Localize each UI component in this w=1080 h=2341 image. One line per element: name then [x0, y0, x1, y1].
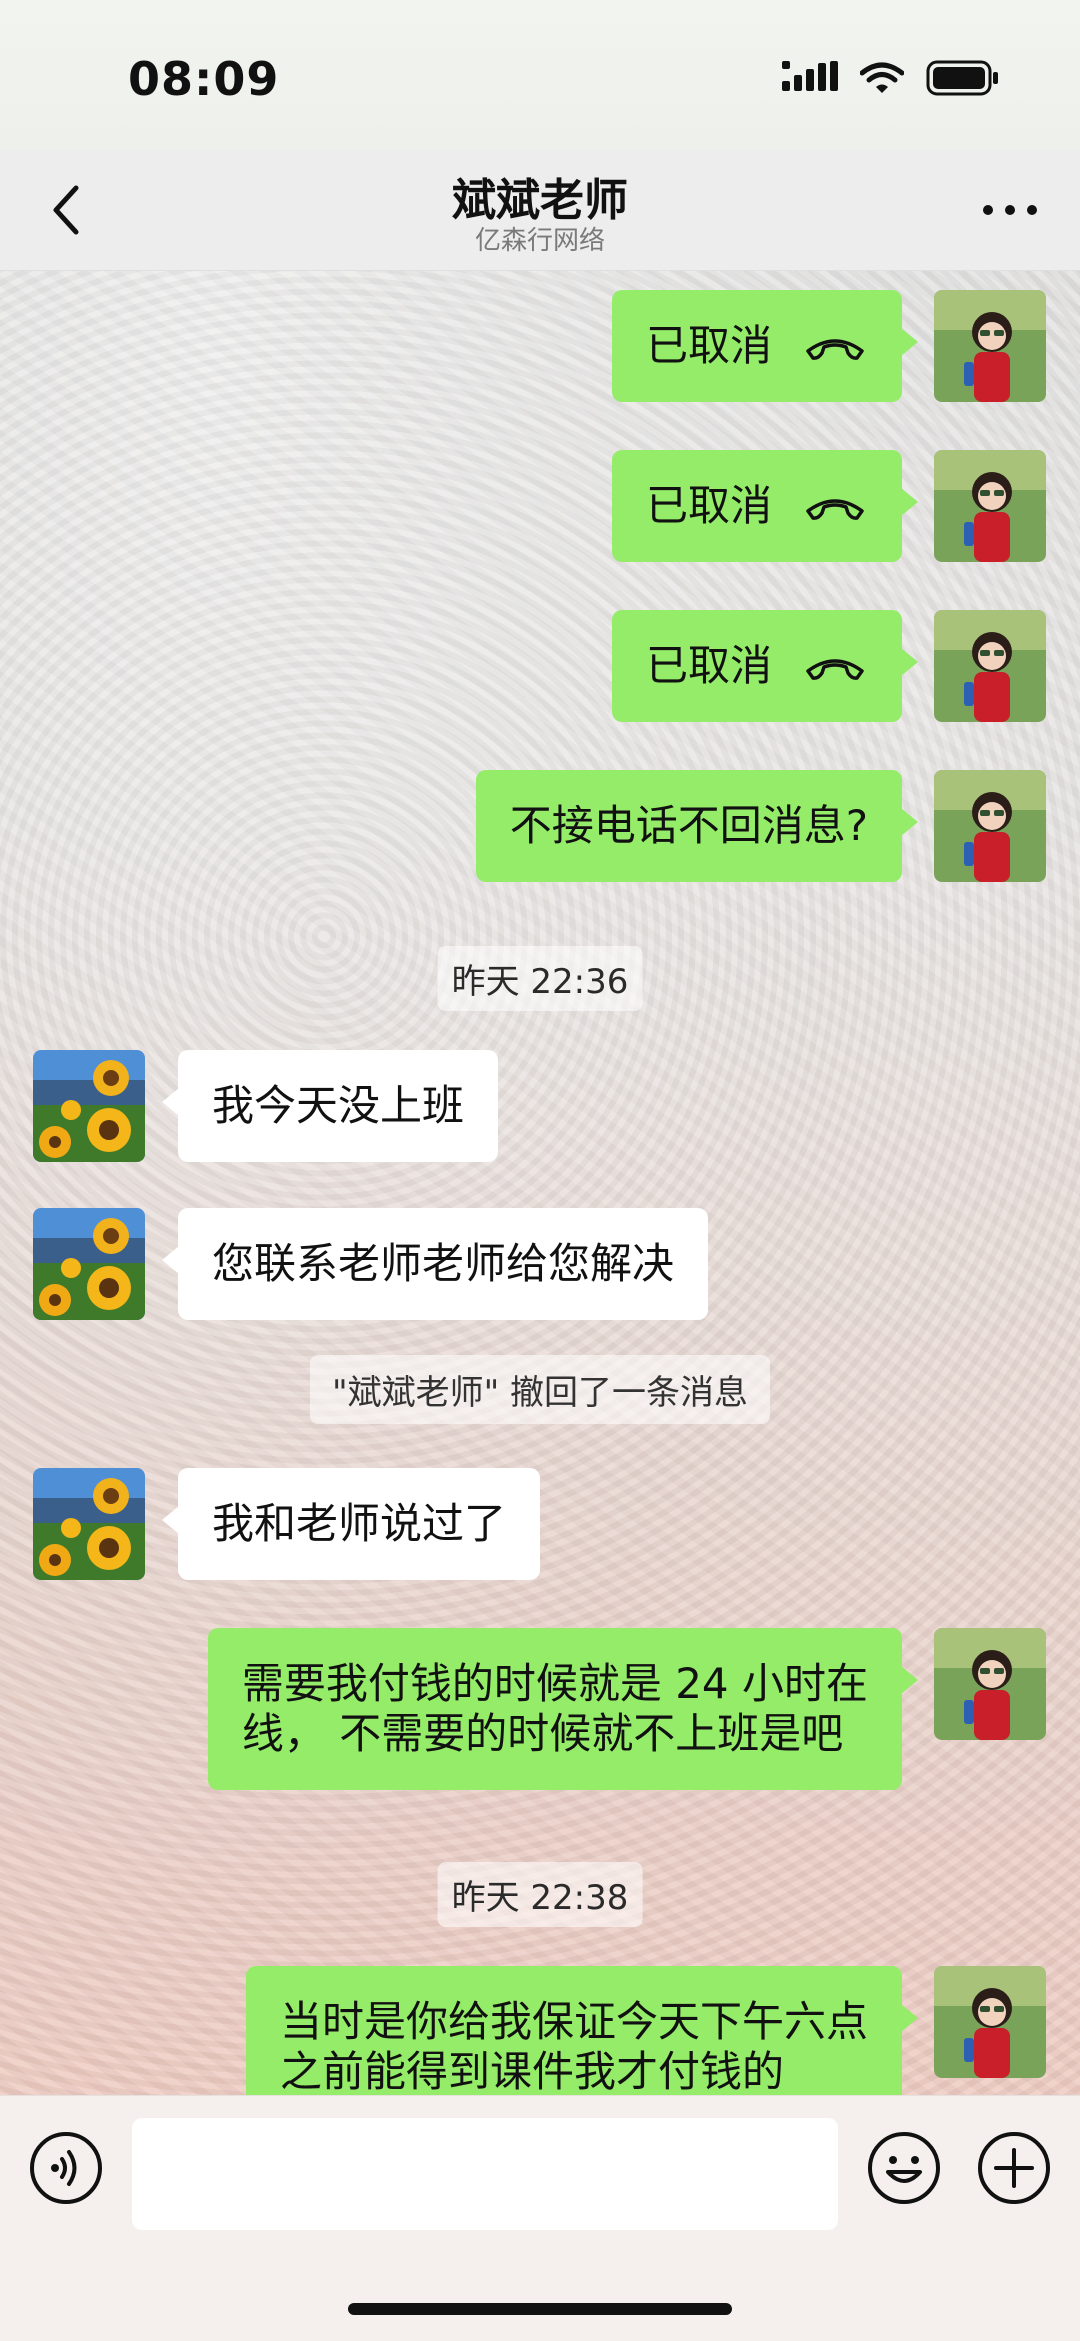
- timestamp: 昨天 22:38: [437, 1862, 643, 1927]
- message-bubble[interactable]: 我今天没上班: [161, 1050, 499, 1162]
- timestamp: 昨天 22:36: [437, 946, 643, 1011]
- hangup-phone-icon: [806, 499, 864, 520]
- call-status-text: 已取消: [645, 641, 772, 690]
- my-avatar[interactable]: [934, 290, 1046, 402]
- my-avatar[interactable]: [934, 610, 1046, 722]
- input-bar: [0, 2095, 1080, 2341]
- message-line: 当时是你给我保证今天下午六点: [279, 1997, 868, 2046]
- status-time: 08:09: [128, 52, 280, 106]
- contact-avatar[interactable]: [33, 1468, 145, 1580]
- message-bubble[interactable]: 您联系老师老师给您解决: [161, 1208, 709, 1320]
- message-line: 之前能得到课件我才付钱的: [279, 2047, 784, 2095]
- contact-avatar[interactable]: [33, 1208, 145, 1320]
- call-record-bubble[interactable]: 已取消: [611, 450, 919, 562]
- message-bubble[interactable]: 不接电话不回消息?: [475, 770, 919, 882]
- message-list[interactable]: 已取消 已取消 已取消 不接电话不回消息? 昨天 22:36 我今天没上班 您联…: [0, 270, 1080, 2095]
- chat-screen: 08:09 斌斌老师 亿森行网络 已取消 已取消 已取消 不接电话不回消息? 昨…: [0, 0, 1080, 2341]
- call-record-bubble[interactable]: 已取消: [611, 290, 919, 402]
- message-line: 线， 不需要的时候就不上班是吧: [241, 1709, 844, 1758]
- message-input[interactable]: [132, 2118, 838, 2230]
- chat-subtitle: 亿森行网络: [474, 226, 605, 256]
- chat-title[interactable]: 斌斌老师: [0, 164, 1080, 228]
- signal-icon: [782, 61, 838, 91]
- nav-bar: 斌斌老师 亿森行网络: [0, 150, 1080, 271]
- emoji-icon[interactable]: [866, 2130, 942, 2206]
- message-bubble[interactable]: 我和老师说过了: [161, 1468, 541, 1580]
- contact-avatar[interactable]: [33, 1050, 145, 1162]
- message-line: 需要我付钱的时候就是 24 小时在: [241, 1659, 868, 1708]
- call-status-text: 已取消: [645, 481, 772, 530]
- home-indicator: [348, 2303, 732, 2315]
- message-bubble[interactable]: 当时是你给我保证今天下午六点 之前能得到课件我才付钱的: [245, 1966, 919, 2095]
- my-avatar[interactable]: [934, 450, 1046, 562]
- call-record-bubble[interactable]: 已取消: [611, 610, 919, 722]
- my-avatar[interactable]: [934, 1966, 1046, 2078]
- status-bar: 08:09: [0, 0, 1080, 150]
- hangup-phone-icon: [806, 659, 864, 680]
- status-icons: [782, 60, 1000, 96]
- message-bubble[interactable]: 需要我付钱的时候就是 24 小时在 线， 不需要的时候就不上班是吧: [207, 1628, 919, 1790]
- my-avatar[interactable]: [934, 1628, 1046, 1740]
- battery-icon: [926, 60, 998, 96]
- my-avatar[interactable]: [934, 770, 1046, 882]
- plus-icon[interactable]: [976, 2130, 1052, 2206]
- call-status-text: 已取消: [645, 321, 772, 370]
- voice-input-icon[interactable]: [28, 2130, 104, 2206]
- hangup-phone-icon: [806, 339, 864, 360]
- wifi-icon: [860, 62, 904, 93]
- more-dots-icon[interactable]: [970, 190, 1050, 230]
- recall-notice: "斌斌老师" 撤回了一条消息: [309, 1355, 771, 1424]
